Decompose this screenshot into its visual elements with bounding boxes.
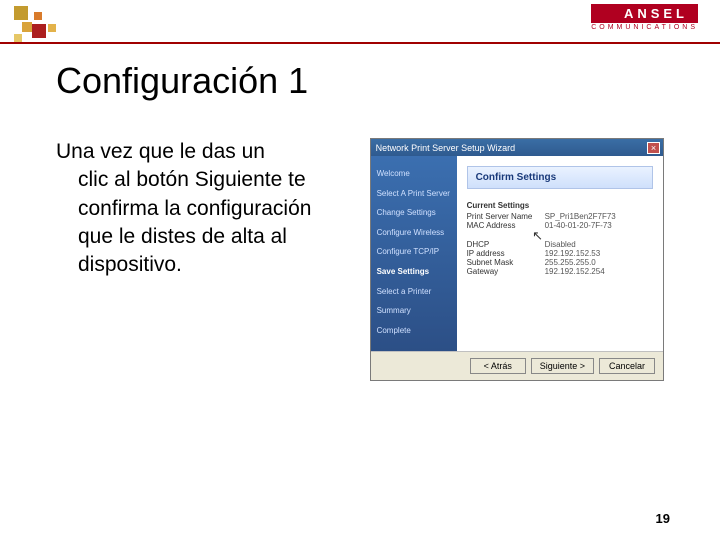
close-icon[interactable]: × <box>647 142 660 154</box>
step-save-settings[interactable]: Save Settings <box>375 262 453 282</box>
row-dhcp: DHCP Disabled <box>467 240 653 249</box>
step-select-print-server[interactable]: Select A Print Server <box>375 184 453 204</box>
slide-header: ANSEL COMMUNICATIONS <box>0 0 720 44</box>
brand-tagline: COMMUNICATIONS <box>591 24 698 31</box>
cancel-button[interactable]: Cancelar <box>599 358 655 374</box>
wizard-buttons: < Atrás Siguiente > Cancelar <box>371 351 663 380</box>
body-line1: Una vez que le das un <box>56 140 265 163</box>
page-title: Configuración 1 <box>56 60 664 102</box>
step-change-settings[interactable]: Change Settings <box>375 203 453 223</box>
wizard-dialog: Network Print Server Setup Wizard × Welc… <box>370 138 664 381</box>
wizard-titlebar[interactable]: Network Print Server Setup Wizard × <box>371 139 663 156</box>
step-welcome[interactable]: Welcome <box>375 164 453 184</box>
step-summary[interactable]: Summary <box>375 301 453 321</box>
row-ip: IP address 192.192.152.53 <box>467 249 653 258</box>
brand-name: ANSEL <box>591 4 698 23</box>
brand-logo: ANSEL COMMUNICATIONS <box>591 4 698 31</box>
row-gateway: Gateway 192.192.152.254 <box>467 267 653 276</box>
step-complete[interactable]: Complete <box>375 321 453 341</box>
row-mac-address: MAC Address 01-40-01-20-7F-73 <box>467 221 653 230</box>
back-button[interactable]: < Atrás <box>470 358 526 374</box>
wizard-title: Network Print Server Setup Wizard <box>376 143 516 153</box>
panel-heading: Confirm Settings <box>467 166 653 189</box>
body-text: Una vez que le das un clic al botón Sigu… <box>56 138 346 381</box>
page-number: 19 <box>656 511 670 526</box>
step-configure-wireless[interactable]: Configure Wireless <box>375 223 453 243</box>
next-button[interactable]: Siguiente > <box>531 358 594 374</box>
wizard-sidebar: Welcome Select A Print Server Change Set… <box>371 156 457 351</box>
step-select-printer[interactable]: Select a Printer <box>375 282 453 302</box>
row-print-server-name: Print Server Name SP_Pri1Ben2F7F73 <box>467 212 653 221</box>
body-rest: clic al botón Siguiente te confirma la c… <box>56 166 346 279</box>
wizard-main: Confirm Settings Current Settings Print … <box>457 156 663 351</box>
step-configure-tcpip[interactable]: Configure TCP/IP <box>375 242 453 262</box>
current-settings-label: Current Settings <box>467 201 653 210</box>
row-subnet: Subnet Mask 255.255.255.0 <box>467 258 653 267</box>
